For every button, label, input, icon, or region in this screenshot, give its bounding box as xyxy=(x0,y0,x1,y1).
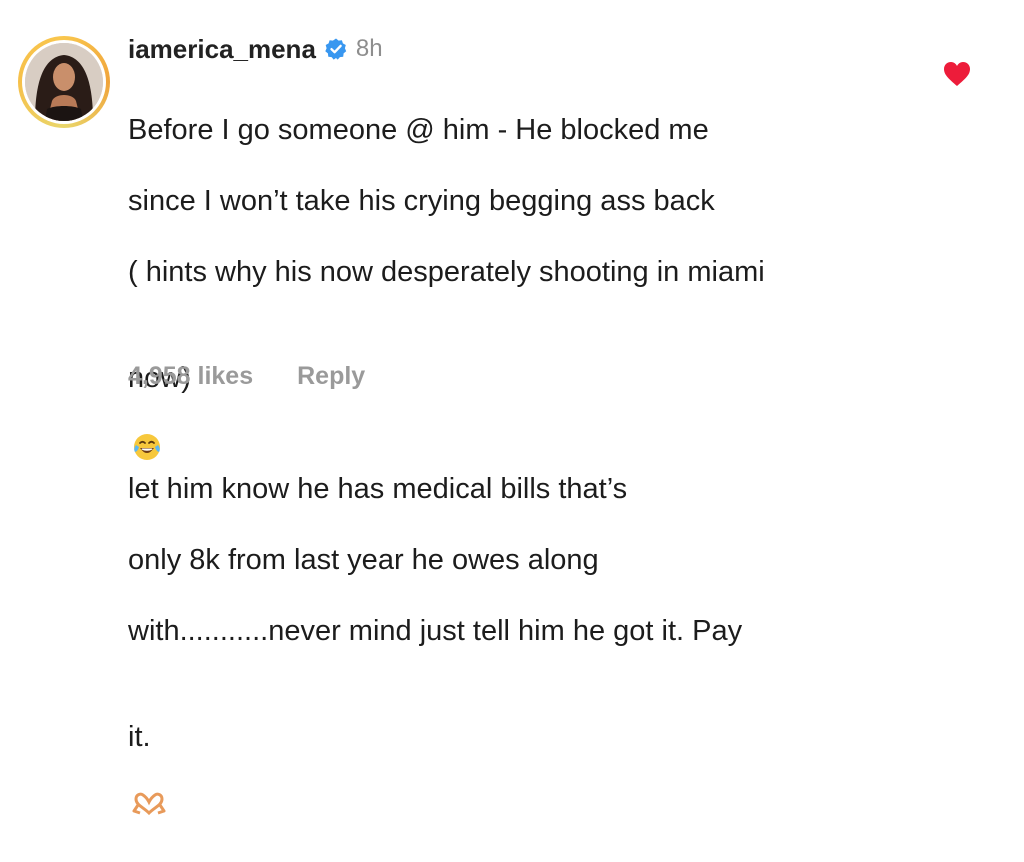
comment-line: since I won’t take his crying begging as… xyxy=(128,184,715,217)
comment-line-with-emoji: it. xyxy=(128,685,898,827)
comment-line: ( hints why his now desperately shooting… xyxy=(128,255,765,288)
comment-header: iamerica_mena 8h xyxy=(128,32,383,66)
heart-hands-icon xyxy=(132,756,166,827)
comment-line: with...........never mind just tell him … xyxy=(128,614,743,647)
comment-text: Before I go someone @ him - He blocked m… xyxy=(128,77,898,862)
comment-line-part: it. xyxy=(128,721,151,753)
comment-line-with-emoji: now) let him know he has medical bills t… xyxy=(128,326,898,508)
face-with-tears-of-joy-icon xyxy=(132,397,162,472)
reply-button[interactable]: Reply xyxy=(297,362,365,391)
timestamp: 8h xyxy=(355,35,383,62)
comment-line-part: let him know he has medical bills that’s xyxy=(128,472,628,505)
comment-line: Before I go someone @ him - He blocked m… xyxy=(128,113,709,146)
comment-line: only 8k from last year he owes along xyxy=(128,543,599,576)
comment: iamerica_mena 8h Before I go someone @ h… xyxy=(0,0,1024,816)
avatar[interactable] xyxy=(18,36,110,128)
avatar-photo xyxy=(25,43,103,121)
username[interactable]: iamerica_mena xyxy=(128,34,316,65)
verified-badge-icon xyxy=(324,37,348,61)
like-heart-icon[interactable] xyxy=(942,60,972,88)
comment-actions: 4,958 likes Reply xyxy=(128,362,365,391)
likes-count[interactable]: 4,958 likes xyxy=(128,362,253,391)
